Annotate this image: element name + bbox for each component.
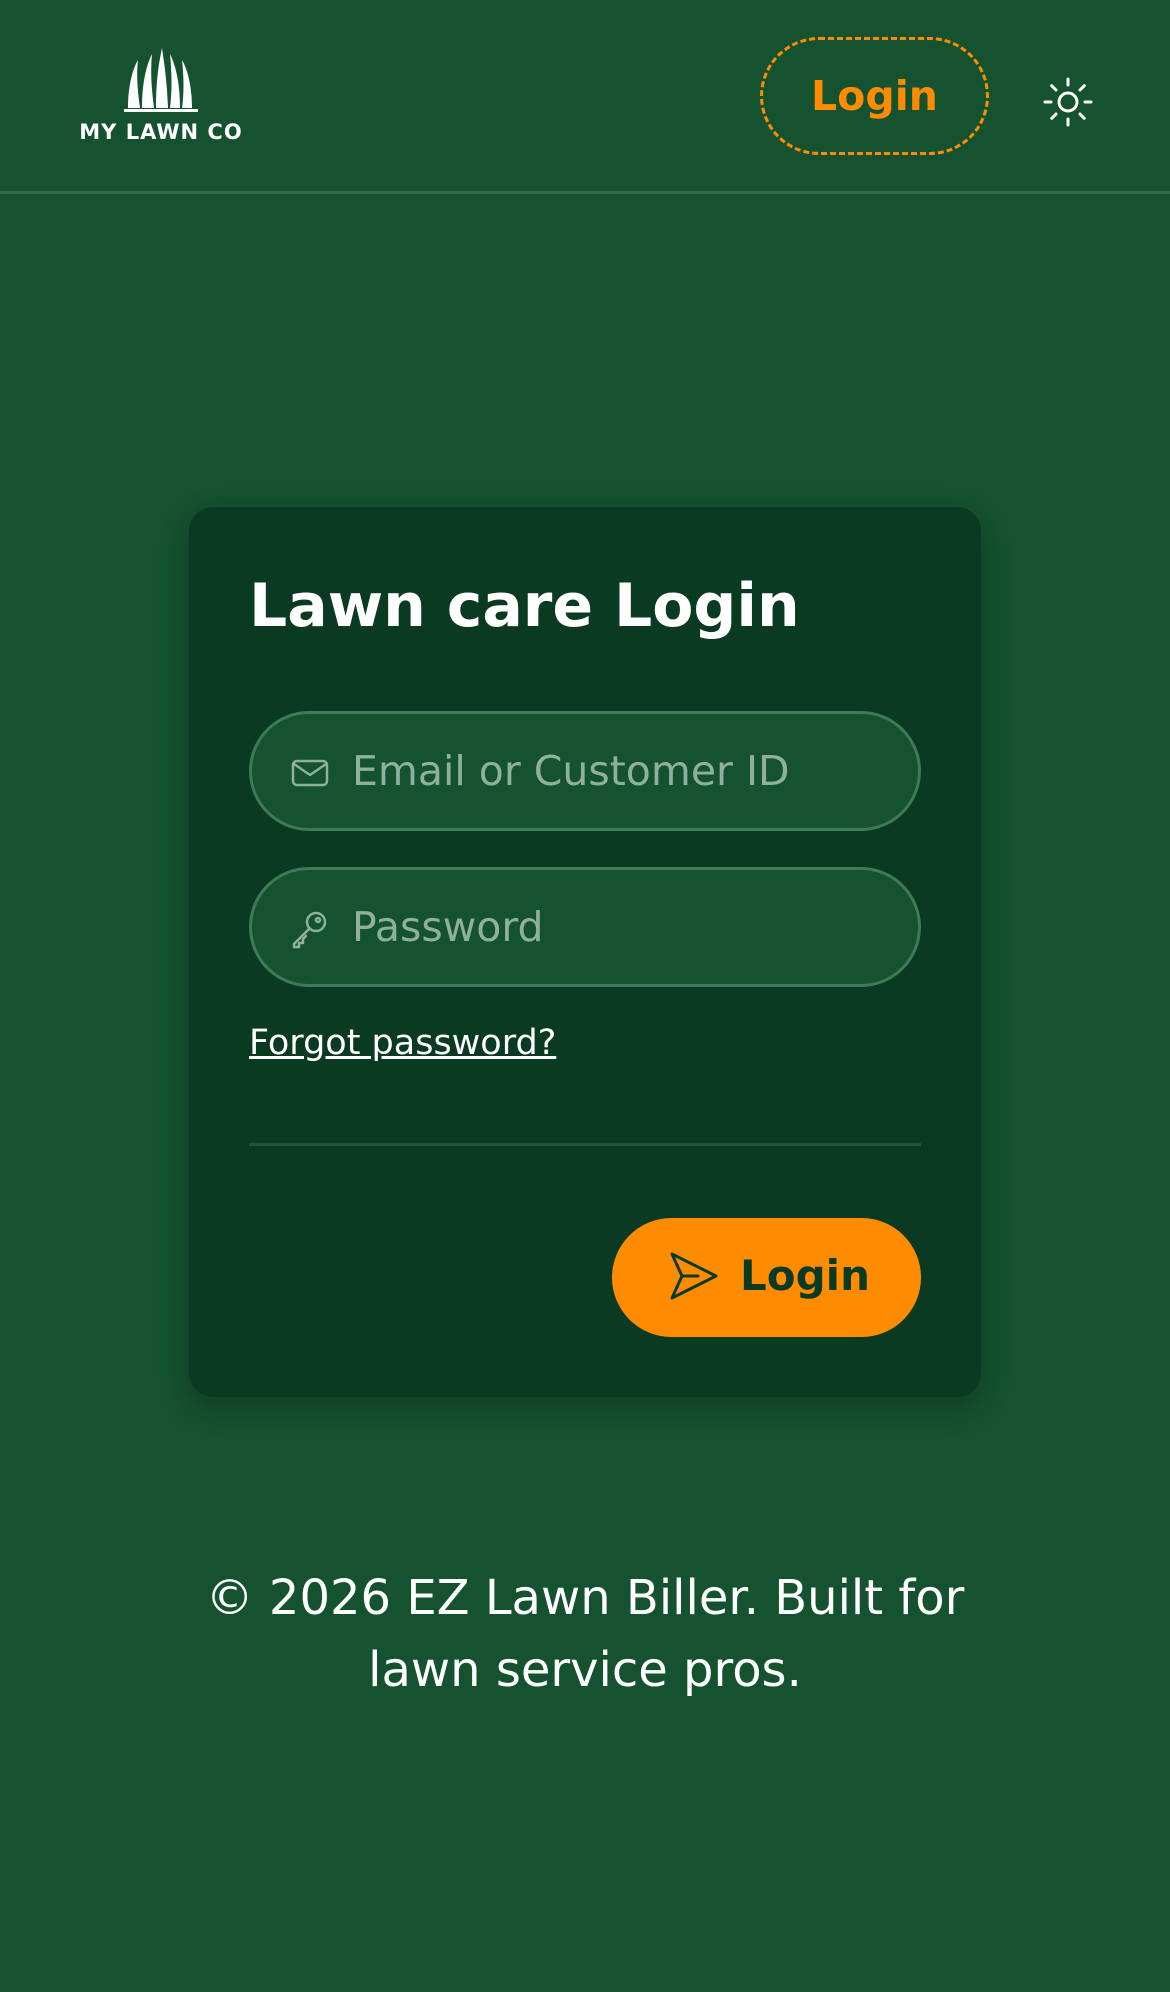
forgot-password-link[interactable]: Forgot password? [249, 1023, 556, 1063]
page-title: Lawn care Login [249, 571, 800, 641]
footer: © 2026 EZ Lawn Biller. Built for lawn se… [0, 1562, 1170, 1706]
key-icon [292, 911, 327, 949]
sun-icon [1043, 77, 1093, 127]
logo-text: MY LAWN CO [79, 120, 243, 144]
footer-text-line2: lawn service pros. [368, 1642, 802, 1698]
email-input[interactable] [352, 714, 892, 828]
header-login-button[interactable]: Login [760, 37, 989, 155]
divider [249, 1143, 921, 1146]
footer-text-line1: © 2026 EZ Lawn Biller. Built for [205, 1570, 965, 1626]
login-submit-button[interactable]: Login [612, 1218, 921, 1337]
email-field[interactable] [249, 711, 921, 831]
login-submit-label: Login [740, 1251, 870, 1300]
site-header: MY LAWN CO Login [0, 0, 1170, 194]
password-field[interactable] [249, 867, 921, 987]
grass-icon [124, 48, 198, 112]
password-input[interactable] [352, 870, 892, 984]
login-card: Lawn care Login Forgot password? Login [189, 507, 981, 1397]
theme-toggle-button[interactable] [1038, 72, 1098, 132]
send-icon [670, 1252, 718, 1300]
brand-logo[interactable]: MY LAWN CO [78, 48, 244, 148]
mail-icon [291, 759, 329, 787]
